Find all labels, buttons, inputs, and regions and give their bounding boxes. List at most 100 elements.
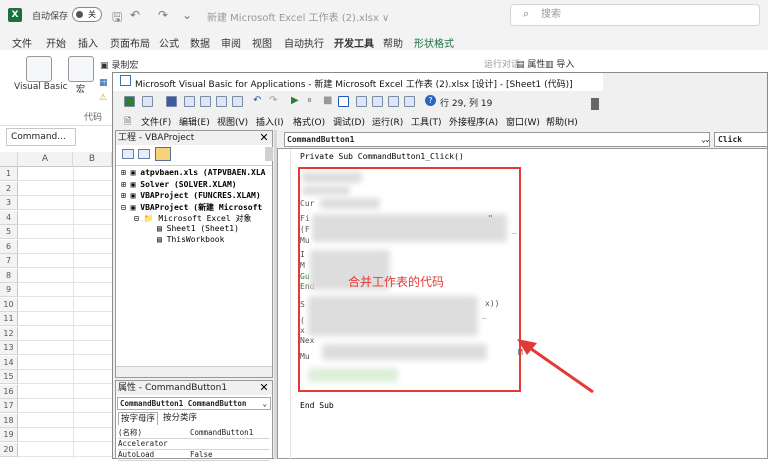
tab-formulas[interactable]: 公式 xyxy=(159,35,179,50)
tab-shape-format[interactable]: 形状格式 xyxy=(414,35,454,50)
tab-help[interactable]: 帮助 xyxy=(383,35,403,50)
cut-icon[interactable] xyxy=(184,96,195,107)
record-macro-button[interactable]: ▣ 录制宏 xyxy=(100,58,138,71)
row-header[interactable]: 19 xyxy=(0,428,18,442)
grid-row[interactable] xyxy=(18,312,112,326)
undo-code-icon[interactable]: ↶ xyxy=(253,95,261,106)
tree-item-atpvbaen[interactable]: ⊞ ▣ atpvbaen.xls (ATPVBAEN.XLA xyxy=(121,168,271,177)
row-header[interactable]: 6 xyxy=(0,239,18,254)
properties-object-select[interactable]: CommandButton1 CommandButton ⌄ xyxy=(117,397,271,410)
column-header-b[interactable]: B xyxy=(73,152,112,167)
table-icon[interactable]: ▦ xyxy=(99,78,108,88)
design-mode-icon[interactable] xyxy=(338,96,349,107)
save-icon[interactable]: 🖫 xyxy=(112,8,122,29)
tab-review[interactable]: 审阅 xyxy=(221,35,241,50)
row-header[interactable]: 4 xyxy=(0,210,18,225)
row-header[interactable]: 8 xyxy=(0,268,18,283)
run-dialog-button[interactable]: 运行对话 xyxy=(484,57,520,70)
row-header[interactable]: 17 xyxy=(0,399,18,413)
object-dropdown-arrow-icon[interactable]: ⌄ xyxy=(704,133,713,146)
project-explorer-icon[interactable] xyxy=(356,96,367,107)
grid-row[interactable] xyxy=(18,196,112,210)
grid-row[interactable] xyxy=(18,182,112,196)
macros-button[interactable]: 宏 xyxy=(76,82,85,95)
row-header[interactable]: 10 xyxy=(0,297,18,312)
vba-menu-window[interactable]: 窗口(W) xyxy=(506,115,540,128)
row-header[interactable]: 9 xyxy=(0,283,18,297)
tree-item-excel-objects[interactable]: ⊟ 📁 Microsoft Excel 对象 xyxy=(134,213,272,224)
toolbox-icon[interactable] xyxy=(404,96,415,107)
grid-row[interactable] xyxy=(18,385,112,399)
tab-alphabetic[interactable]: 按字母序 xyxy=(118,412,158,425)
search-box[interactable]: 搜索 xyxy=(510,4,760,26)
run-icon[interactable]: ▶ xyxy=(291,95,299,106)
break-icon[interactable]: ⏸ xyxy=(307,95,312,106)
grid-row[interactable] xyxy=(18,341,112,355)
visual-basic-icon[interactable] xyxy=(26,56,52,82)
tree-item-sheet1[interactable]: ▤ Sheet1 (Sheet1) xyxy=(157,224,272,233)
row-header[interactable]: 12 xyxy=(0,326,18,341)
property-row[interactable]: AutoLoad False xyxy=(118,450,270,461)
row-header[interactable]: 1 xyxy=(0,167,18,181)
tab-data[interactable]: 数据 xyxy=(190,35,210,50)
vba-menu-help[interactable]: 帮助(H) xyxy=(546,115,578,128)
select-all-corner[interactable] xyxy=(0,152,18,167)
row-header[interactable]: 2 xyxy=(0,181,18,196)
toolbar-grip[interactable] xyxy=(591,98,599,110)
object-browser-icon[interactable] xyxy=(388,96,399,107)
grid-row[interactable] xyxy=(18,298,112,312)
vba-menu-edit[interactable]: 编辑(E) xyxy=(179,115,210,128)
toggle-folders-icon[interactable] xyxy=(155,147,171,161)
grid-row[interactable] xyxy=(18,240,112,254)
row-header[interactable]: 5 xyxy=(0,225,18,239)
tree-item-solver[interactable]: ⊞ ▣ Solver (SOLVER.XLAM) xyxy=(121,180,271,189)
vba-menu-tools[interactable]: 工具(T) xyxy=(411,115,442,128)
properties-button[interactable]: ▤ 属性 xyxy=(516,57,545,70)
column-header-a[interactable]: A xyxy=(18,152,73,167)
tab-page-layout[interactable]: 页面布局 xyxy=(110,35,150,50)
grid-row[interactable] xyxy=(18,327,112,341)
vba-menu-file[interactable]: 文件(F) xyxy=(141,115,171,128)
vba-menu-addins[interactable]: 外接程序(A) xyxy=(449,115,498,128)
vba-menu-format[interactable]: 格式(O) xyxy=(293,115,325,128)
code-line-end-sub[interactable]: End Sub xyxy=(300,401,334,410)
vba-menu-debug[interactable]: 调试(D) xyxy=(333,115,365,128)
view-code-icon[interactable] xyxy=(122,149,134,159)
autosave-toggle[interactable]: 关 xyxy=(72,7,102,22)
tab-categorized[interactable]: 按分类序 xyxy=(160,412,200,425)
row-header[interactable]: 14 xyxy=(0,355,18,370)
tab-home[interactable]: 开始 xyxy=(46,35,66,50)
view-excel-icon[interactable] xyxy=(124,96,135,107)
grid-row[interactable] xyxy=(18,370,112,384)
tab-view[interactable]: 视图 xyxy=(252,35,272,50)
vba-menu-view[interactable]: 视图(V) xyxy=(217,115,248,128)
insert-userform-icon[interactable] xyxy=(142,96,153,107)
help-icon[interactable]: ? xyxy=(425,95,436,106)
grid-row[interactable] xyxy=(18,443,112,457)
property-row[interactable]: (名称) CommandButton1 xyxy=(118,428,270,439)
customize-icon[interactable]: ⌄ xyxy=(182,8,192,22)
grid-row[interactable] xyxy=(18,428,112,442)
grid-row[interactable] xyxy=(18,254,112,268)
vba-menu-run[interactable]: 运行(R) xyxy=(372,115,403,128)
property-row[interactable]: Accelerator xyxy=(118,439,270,450)
tab-insert[interactable]: 插入 xyxy=(78,35,98,50)
grid-row[interactable] xyxy=(18,211,112,225)
grid-row[interactable] xyxy=(18,225,112,239)
reset-icon[interactable]: ■ xyxy=(323,95,332,106)
grid-row[interactable] xyxy=(18,399,112,413)
tab-automate[interactable]: 自动执行 xyxy=(284,35,324,50)
save-project-icon[interactable] xyxy=(166,96,177,107)
procedure-dropdown[interactable]: Click xyxy=(714,132,768,147)
object-dropdown[interactable]: CommandButton1 ⌄ xyxy=(284,132,710,147)
grid-row[interactable] xyxy=(18,167,112,181)
row-header[interactable]: 18 xyxy=(0,413,18,428)
grid-row[interactable] xyxy=(18,414,112,428)
code-line-sub-start[interactable]: Private Sub CommandButton1_Click() xyxy=(300,152,464,161)
tree-item-current-workbook[interactable]: ⊟ ▣ VBAProject (新建 Microsoft xyxy=(121,202,271,213)
close-project-icon[interactable]: ✕ xyxy=(258,132,270,144)
row-header[interactable]: 3 xyxy=(0,196,18,210)
undo-icon[interactable]: ↶ xyxy=(130,8,140,22)
row-header[interactable]: 15 xyxy=(0,370,18,384)
view-object-icon[interactable] xyxy=(138,149,150,159)
